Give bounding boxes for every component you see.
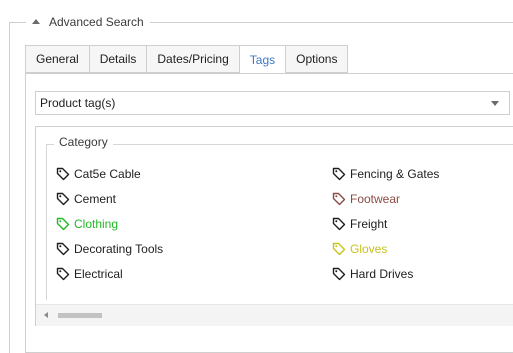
scrollbar-thumb[interactable] bbox=[58, 313, 102, 318]
category-title: Category bbox=[54, 135, 113, 149]
tag-type-dropdown[interactable]: Product tag(s) bbox=[35, 91, 510, 115]
category-item-label: Cat5e Cable bbox=[74, 166, 141, 181]
tab-tags[interactable]: Tags bbox=[238, 45, 286, 74]
advanced-search-header[interactable]: Advanced Search bbox=[26, 13, 150, 31]
category-item[interactable]: Decorating Tools bbox=[56, 236, 163, 261]
category-item-label: Cement bbox=[74, 191, 117, 206]
category-item[interactable]: Electrical bbox=[56, 261, 163, 286]
tag-icon bbox=[332, 217, 346, 230]
category-item-label: Gloves bbox=[350, 241, 388, 256]
category-list-box: Category Cat5e Cable Cement Clothing Decora… bbox=[35, 126, 513, 326]
tab-strip: General Details Dates/Pricing Tags Optio… bbox=[25, 45, 349, 74]
tab-options[interactable]: Options bbox=[285, 45, 349, 73]
category-item[interactable]: Hard Drives bbox=[332, 261, 439, 286]
collapse-chevron-icon[interactable] bbox=[32, 19, 40, 24]
tab-dates-pricing[interactable]: Dates/Pricing bbox=[146, 45, 239, 73]
tag-icon bbox=[56, 217, 70, 230]
tag-icon bbox=[56, 242, 70, 255]
category-item-label: Freight bbox=[350, 216, 388, 231]
category-item[interactable]: Footwear bbox=[332, 186, 439, 211]
category-column-right: Fencing & Gates Footwear Freight Gloves Hard… bbox=[332, 161, 439, 286]
tag-icon bbox=[56, 267, 70, 280]
category-item[interactable]: Clothing bbox=[56, 211, 163, 236]
tag-icon bbox=[56, 167, 70, 180]
category-item-label: Footwear bbox=[350, 191, 401, 206]
tab-general[interactable]: General bbox=[25, 45, 89, 73]
advanced-search-title: Advanced Search bbox=[49, 15, 144, 29]
category-item-label: Clothing bbox=[74, 216, 119, 231]
tag-type-value: Product tag(s) bbox=[40, 96, 116, 110]
category-item-label: Decorating Tools bbox=[74, 241, 164, 256]
category-item-label: Hard Drives bbox=[350, 266, 414, 281]
category-item-label: Fencing & Gates bbox=[350, 166, 440, 181]
tag-icon bbox=[332, 192, 346, 205]
tab-details[interactable]: Details bbox=[88, 45, 147, 73]
category-item-label: Electrical bbox=[74, 266, 123, 281]
category-item[interactable]: Freight bbox=[332, 211, 439, 236]
category-column-left: Cat5e Cable Cement Clothing Decorating Tool… bbox=[56, 161, 163, 286]
category-item[interactable]: Gloves bbox=[332, 236, 439, 261]
category-item[interactable]: Cement bbox=[56, 186, 163, 211]
category-item[interactable]: Cat5e Cable bbox=[56, 161, 163, 186]
category-item[interactable]: Fencing & Gates bbox=[332, 161, 439, 186]
horizontal-scrollbar[interactable] bbox=[36, 304, 513, 326]
tag-icon bbox=[56, 192, 70, 205]
chevron-down-icon[interactable] bbox=[491, 100, 499, 106]
tag-icon bbox=[332, 267, 346, 280]
tag-icon bbox=[332, 167, 346, 180]
scroll-left-icon[interactable] bbox=[44, 312, 48, 318]
tag-icon bbox=[332, 242, 346, 255]
